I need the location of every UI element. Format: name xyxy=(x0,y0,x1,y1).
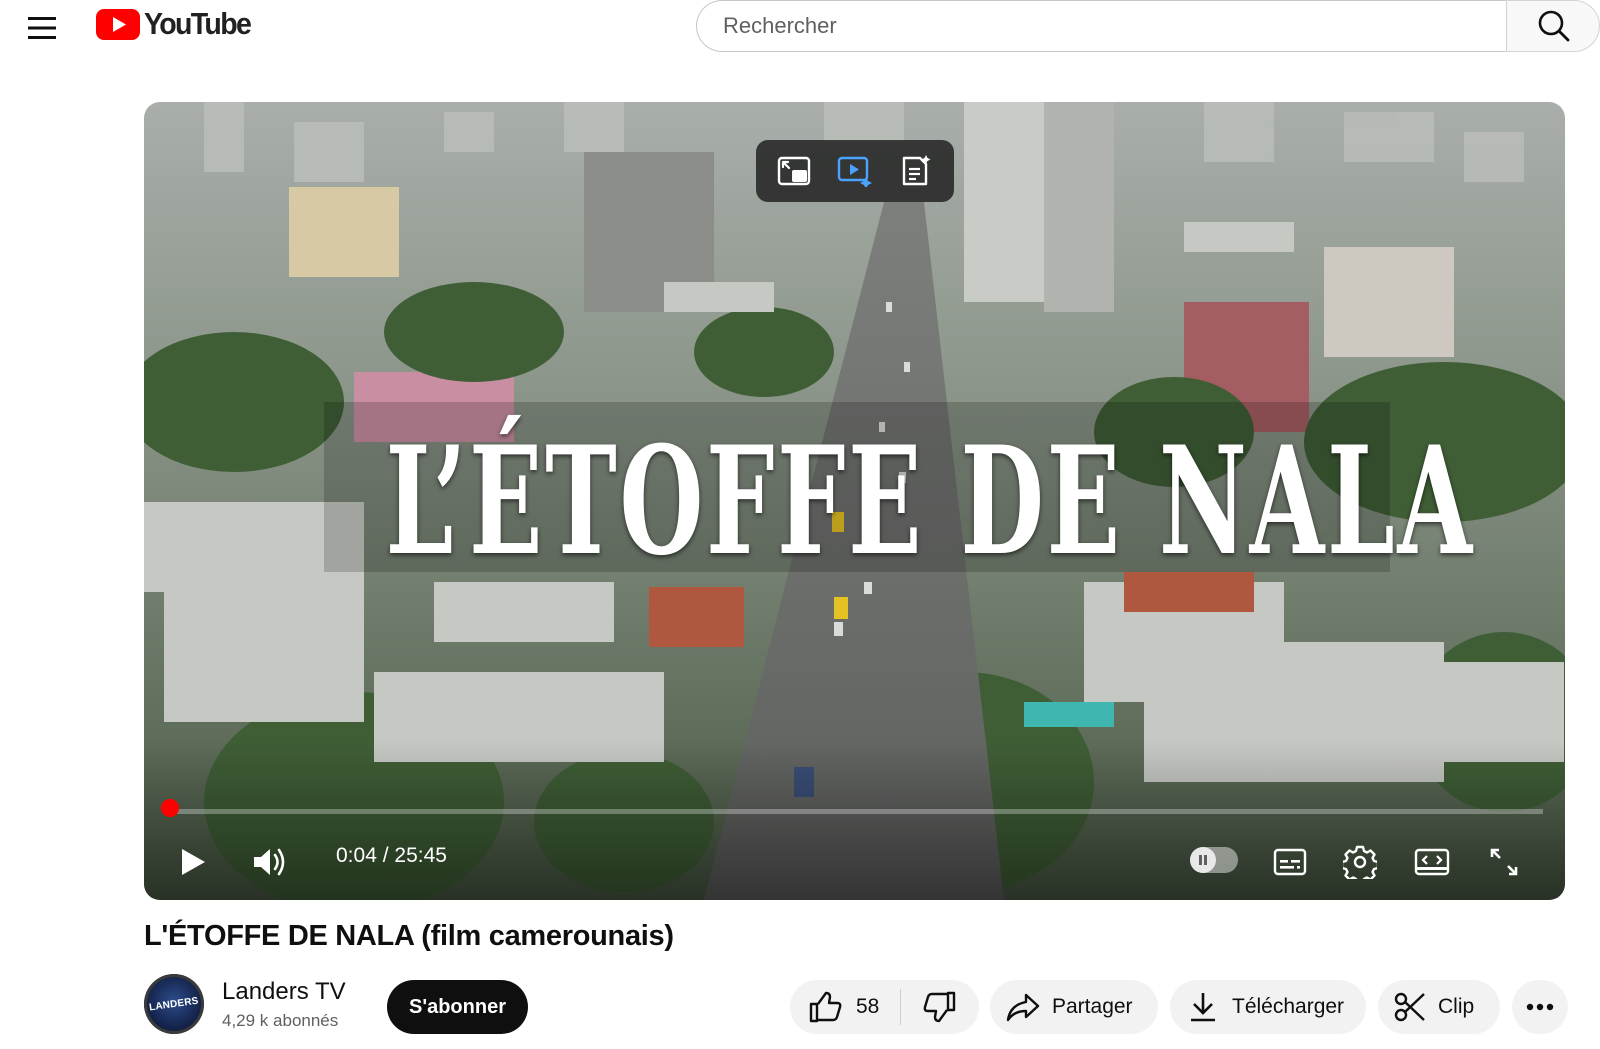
pause-icon xyxy=(1199,855,1207,865)
miniplayer-button[interactable] xyxy=(770,147,818,195)
like-count: 58 xyxy=(856,995,880,1018)
scissors-icon xyxy=(1394,992,1425,1022)
search-icon xyxy=(1538,10,1570,42)
thumbs-down-icon xyxy=(923,991,956,1023)
logo-wordmark: YouTube xyxy=(144,6,252,41)
subtitles-button-area[interactable] xyxy=(1264,834,1316,890)
youtube-logo[interactable]: YouTube xyxy=(96,6,259,42)
sparkle-play-icon xyxy=(837,156,872,187)
like-button[interactable]: 58 xyxy=(790,980,900,1034)
thumbs-up-icon xyxy=(809,991,842,1023)
dislike-button[interactable] xyxy=(901,980,979,1034)
channel-avatar[interactable]: LANDERS xyxy=(144,974,204,1034)
mute-button[interactable] xyxy=(242,834,298,890)
gear-icon xyxy=(1343,845,1377,879)
download-button[interactable]: Télécharger xyxy=(1170,980,1366,1034)
autoplay-next-button[interactable] xyxy=(831,147,879,195)
download-icon xyxy=(1191,993,1215,1022)
channel-name[interactable]: Landers TV xyxy=(222,978,346,1006)
video-player[interactable]: L’ÉTOFFE DE NALA 0:04 / 25:45 xyxy=(144,102,1565,900)
fullscreen-button[interactable] xyxy=(1478,834,1530,890)
like-dislike-group: 58 xyxy=(790,980,979,1034)
hamburger-icon xyxy=(28,17,56,39)
clip-label: Clip xyxy=(1438,995,1475,1018)
time-total: 25:45 xyxy=(394,844,447,867)
youtube-play-logo-icon xyxy=(96,8,140,40)
summary-button[interactable] xyxy=(892,147,940,195)
theater-mode-button[interactable] xyxy=(1406,834,1458,890)
fullscreen-icon xyxy=(1490,848,1518,876)
volume-icon xyxy=(254,848,285,876)
search-input[interactable] xyxy=(721,12,1506,40)
subscribe-button[interactable]: S'abonner xyxy=(387,980,528,1034)
more-horizontal-icon xyxy=(1526,1003,1554,1011)
subscriber-count: 4,29 k abonnés xyxy=(222,1011,339,1030)
autoplay-knob xyxy=(1190,847,1216,873)
progress-scrubber[interactable] xyxy=(160,799,179,817)
subtitles-icon xyxy=(1273,848,1307,876)
play-icon xyxy=(182,849,205,875)
share-label: Partager xyxy=(1052,995,1133,1018)
video-title-card: L’ÉTOFFE DE NALA xyxy=(385,414,1475,589)
clip-button[interactable]: Clip xyxy=(1378,980,1500,1034)
search-button[interactable] xyxy=(1506,0,1600,52)
ai-notes-icon xyxy=(902,155,931,186)
time-display: 0:04 / 25:45 xyxy=(336,844,447,867)
download-label: Télécharger xyxy=(1232,995,1345,1018)
miniplayer-icon xyxy=(778,156,811,186)
video-title: L'ÉTOFFE DE NALA (film camerounais) xyxy=(144,920,674,952)
settings-button[interactable] xyxy=(1334,834,1386,890)
share-button[interactable]: Partager xyxy=(990,980,1158,1034)
player-overlay-actions xyxy=(756,140,954,202)
search-box[interactable] xyxy=(696,0,1506,52)
time-current: 0:04 xyxy=(336,844,377,867)
guide-menu-button[interactable] xyxy=(22,8,62,48)
theater-mode-icon xyxy=(1414,848,1450,876)
play-button[interactable] xyxy=(168,834,218,890)
share-icon xyxy=(1006,993,1040,1022)
avatar-logo-text: LANDERS xyxy=(148,995,200,1013)
more-actions-button[interactable] xyxy=(1512,980,1568,1034)
progress-bar[interactable] xyxy=(166,809,1543,814)
